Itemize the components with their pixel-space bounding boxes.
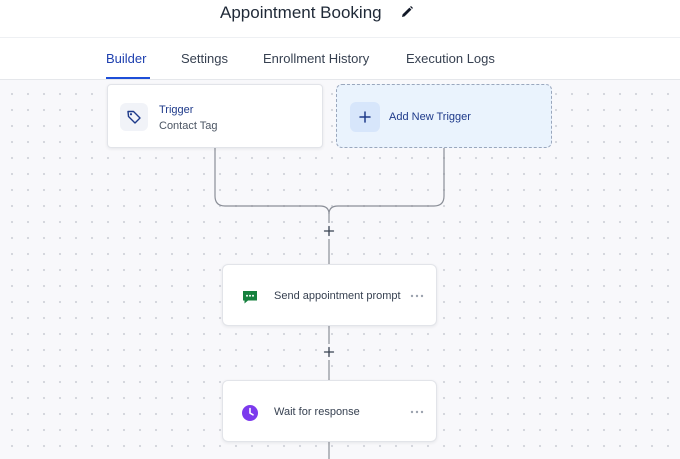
add-step-button[interactable] [321,344,337,360]
pencil-icon[interactable] [400,5,414,19]
add-step-button[interactable] [321,223,337,239]
plus-icon [323,225,335,237]
message-icon [241,288,259,306]
workflow-title[interactable]: Appointment Booking [220,3,382,23]
tab-builder[interactable]: Builder [106,51,146,67]
action-label: Send appointment prompt [274,290,401,302]
action-label: Wait for response [274,406,360,418]
tab-settings[interactable]: Settings [181,51,228,67]
action-node-wait-for-response[interactable]: Wait for response [222,380,437,442]
tag-icon [127,110,141,124]
tab-bar: Builder Settings Enrollment History Exec… [0,38,680,80]
trigger-subtitle: Contact Tag [159,120,218,132]
active-tab-indicator [106,77,150,79]
add-trigger-label: Add New Trigger [389,111,471,123]
action-node-send-appointment-prompt[interactable]: Send appointment prompt [222,264,437,326]
trigger-title: Trigger [159,104,194,116]
more-options-icon[interactable] [410,289,424,301]
plus-icon [323,346,335,358]
top-header: Appointment Booking [0,0,680,38]
clock-icon [241,404,259,422]
trigger-icon-container [120,103,148,131]
tab-enrollment-history[interactable]: Enrollment History [263,51,369,67]
add-new-trigger-button[interactable]: Add New Trigger [336,84,552,148]
more-options-icon[interactable] [410,405,424,417]
plus-icon [350,102,380,132]
tab-execution-logs[interactable]: Execution Logs [406,51,495,67]
trigger-node[interactable]: Trigger Contact Tag [107,84,323,148]
